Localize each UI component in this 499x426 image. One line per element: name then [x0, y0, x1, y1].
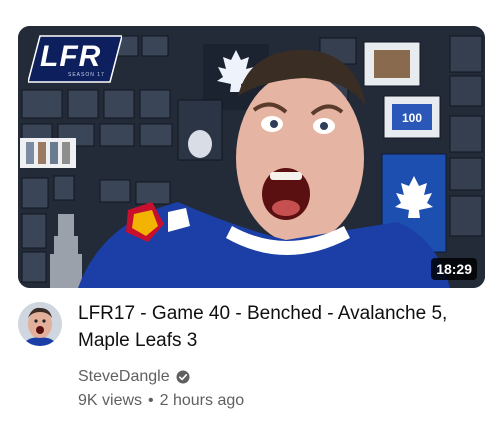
verified-check-icon [176, 370, 190, 384]
duration-badge: 18:29 [431, 258, 477, 280]
logo-subtext: SEASON 17 [68, 72, 105, 78]
video-stats: 9K views • 2 hours ago [78, 390, 478, 412]
channel-logo-badge: LFR SEASON 17 [28, 34, 122, 84]
meta-separator: • [148, 392, 154, 409]
svg-text:100: 100 [402, 111, 422, 125]
video-meta: LFR17 - Game 40 - Benched - Avalanche 5,… [78, 300, 478, 412]
video-title[interactable]: LFR17 - Game 40 - Benched - Avalanche 5,… [78, 300, 478, 354]
video-thumbnail[interactable]: 100 LFR SEASON 17 18:29 [18, 26, 485, 288]
upload-age: 2 hours ago [159, 392, 245, 409]
channel-name[interactable]: SteveDangle [78, 366, 170, 388]
avatar-image [18, 302, 62, 346]
channel-row: SteveDangle [78, 366, 478, 388]
channel-avatar[interactable] [18, 302, 62, 346]
video-card: 100 LFR SEASON 17 18:29 LFR17 - Game 40 … [0, 0, 499, 426]
logo-text: LFR [40, 40, 102, 73]
view-count: 9K views [78, 392, 143, 409]
